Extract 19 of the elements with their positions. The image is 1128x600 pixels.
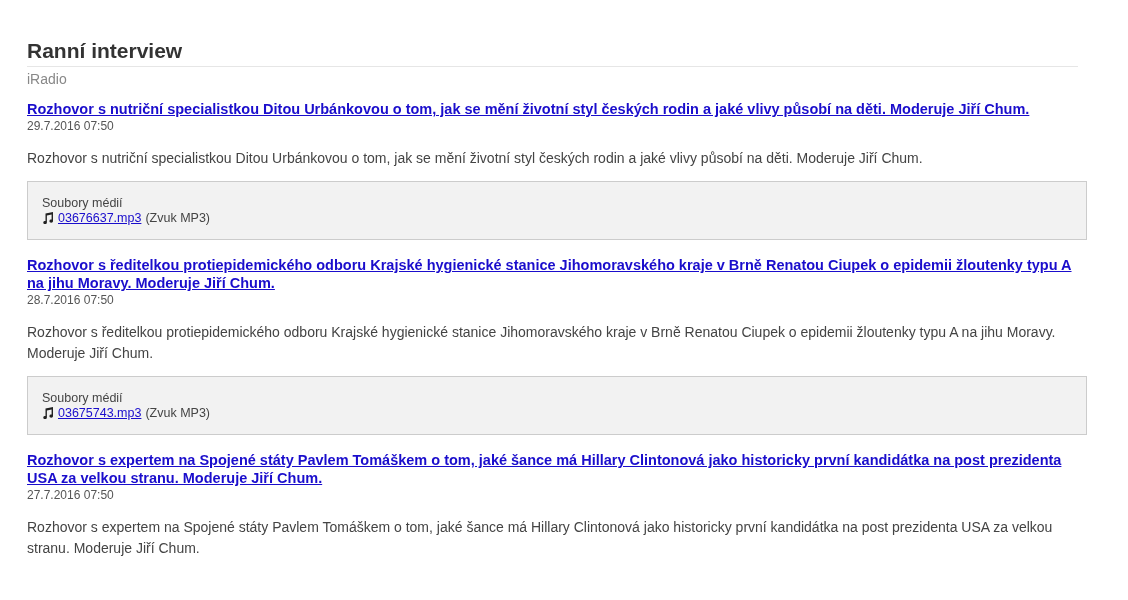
article-date: 29.7.2016 07:50 <box>27 119 115 133</box>
article-date: 27.7.2016 07:50 <box>27 488 115 502</box>
article-summary: Rozhovor s expertem na Spojené státy Pavlem Tomáškem o tom, jaké šance má Hillary Clintonová jako historicky první kandidátka na post prezidenta USA za velkou stranu. Moderuje Jiří Chum. <box>27 518 1054 558</box>
file-type-label: (Zvuk MP3) <box>145 406 210 420</box>
file-type-label: (Zvuk MP3) <box>145 211 210 225</box>
article-title-link[interactable]: Rozhovor s expertem na Spojené státy Pavlem Tomáškem o tom, jaké šance má Hillary Clintonová jako historicky první kandidátka na post prezidenta USA za velkou stranu. Moderuje Jiří Chum. <box>27 451 1087 487</box>
page-title: Ranní interview <box>27 38 1078 67</box>
article-summary: Rozhovor s ředitelkou protiepidemického odboru Krajské hygienické stanice Jihomoravského kraje v Brně Renatou Ciupek o epidemii žloutenky typu A na jihu Moravy. Moderuje Jiří Chum. <box>27 323 1057 363</box>
audio-file-link[interactable]: 03676637.mp3 <box>58 211 142 225</box>
media-heading: Soubory médií <box>42 391 124 405</box>
music-note-icon <box>42 212 54 224</box>
article-summary: Rozhovor s nutriční specialistkou Ditou Urbánkovou o tom, jak se mění životní styl českých rodin a jaké vlivy působí na děti. Moderuje Jiří Chum. <box>27 149 924 168</box>
article-title-link[interactable]: Rozhovor s ředitelkou protiepidemického odboru Krajské hygienické stanice Jihomoravského kraje v Brně Renatou Ciupek o epidemii žloutenky typu A na jihu Moravy. Moderuje Jiří Chum. <box>27 256 1087 292</box>
page-subtitle: iRadio <box>27 71 68 87</box>
article-title-link[interactable]: Rozhovor s nutriční specialistkou Ditou Urbánkovou o tom, jak se mění životní styl českých rodin a jaké vlivy působí na děti. Moderuje Jiří Chum. <box>27 100 1087 118</box>
audio-file-link[interactable]: 03675743.mp3 <box>58 406 142 420</box>
article-date: 28.7.2016 07:50 <box>27 293 115 307</box>
media-heading: Soubory médií <box>42 196 124 210</box>
music-note-icon <box>42 407 54 419</box>
